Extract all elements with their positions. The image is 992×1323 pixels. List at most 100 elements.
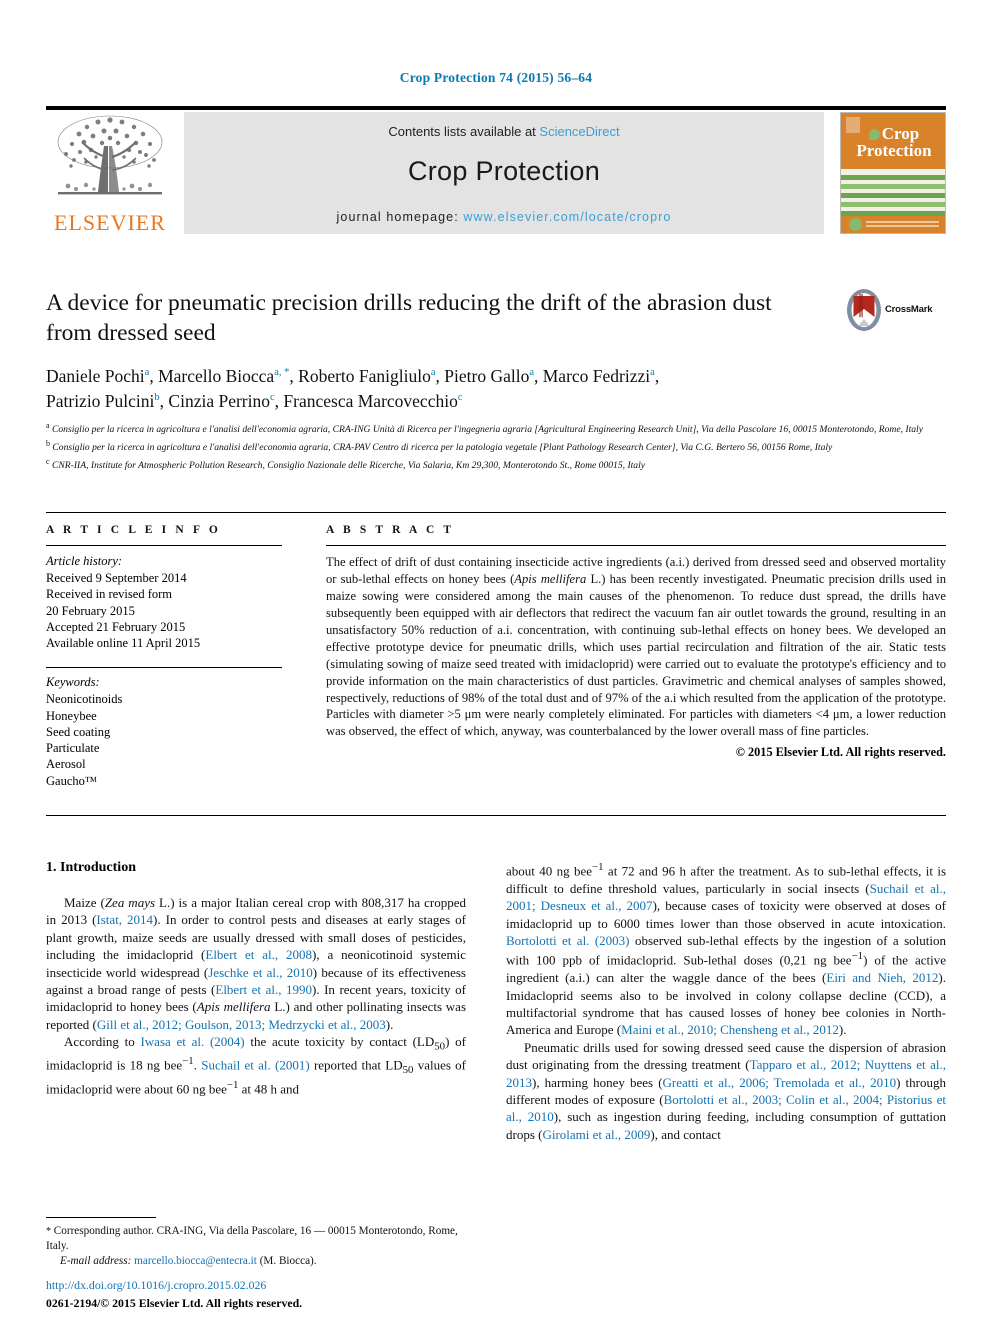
keyword-item: Particulate: [46, 741, 100, 755]
keyword-item: Neonicotinoids: [46, 692, 123, 707]
paragraph: According to Iwasa et al. (2004) the acu…: [46, 1033, 466, 1097]
elsevier-wordmark: ELSEVIER: [54, 210, 166, 235]
corresponding-author-note: * Corresponding author. CRA-ING, Via del…: [46, 1224, 466, 1254]
author-name: Marco Fedrizzi: [542, 366, 651, 386]
keywords-block: Keywords: Neonicotinoids Honeybee Seed c…: [46, 667, 282, 789]
article-info-column: A R T I C L E I N F O Article history: R…: [46, 524, 282, 789]
text-run: ), harming honey bees (: [532, 1074, 663, 1090]
text-run: Maize (: [64, 895, 105, 910]
affiliation-item: a Consiglio per la ricerca in agricoltur…: [46, 420, 936, 438]
section-heading-introduction: 1. Introduction: [46, 860, 136, 875]
text-run: According to: [64, 1034, 141, 1050]
homepage-label: journal homepage:: [336, 210, 464, 224]
history-item: 20 February 2015: [46, 603, 135, 618]
italic-text: Zea mays: [104, 895, 156, 910]
author-name: Cinzia Perrino: [168, 391, 270, 412]
superscript: −1: [851, 950, 864, 963]
subscript: 50: [402, 1064, 414, 1077]
cover-title: Crop Protection: [841, 124, 945, 161]
citation-link[interactable]: Eiri and Nieh, 2012: [826, 970, 938, 985]
paragraph: Pneumatic drills used for sowing dressed…: [506, 1039, 946, 1143]
article-info-heading: A R T I C L E I N F O: [46, 524, 221, 536]
citation-link[interactable]: Iwasa et al. (2004): [140, 1034, 244, 1049]
author-name: Daniele Pochi: [46, 366, 145, 386]
species-name: Apis mellifera: [514, 571, 587, 586]
article-page: Crop Protection 74 (2015) 56–64 ELSEVIER…: [0, 0, 992, 1323]
author-name: Patrizio Pulcini: [46, 391, 155, 412]
contents-prefix: Contents lists available at: [388, 124, 540, 139]
abstract-text: The effect of drift of dust containing i…: [326, 554, 946, 740]
journal-cover-thumbnail: Crop Protection: [840, 112, 946, 234]
cover-badge-circle-icon: [849, 217, 862, 231]
issn-copyright-line: 0261-2194/© 2015 Elsevier Ltd. All right…: [46, 1295, 303, 1310]
email-note: E-mail address: marcello.biocca@entecra.…: [46, 1254, 466, 1269]
citation-link[interactable]: Maini et al., 2010; Chensheng et al., 20…: [621, 1022, 839, 1037]
email-label: E-mail address:: [60, 1255, 132, 1268]
header-top-rule: [46, 106, 946, 110]
history-item: Received 9 September 2014: [46, 571, 187, 585]
corresponding-author-text: Corresponding author. CRA-ING, Via della…: [46, 1225, 458, 1253]
doi-link[interactable]: http://dx.doi.org/10.1016/j.cropro.2015.…: [46, 1277, 546, 1295]
sep: ,: [289, 366, 299, 386]
elsevier-logo: ELSEVIER: [46, 112, 174, 234]
cover-stripes: [841, 169, 945, 223]
text-run: about 40 ng bee: [506, 863, 593, 879]
crossmark-label: CrossMark: [885, 304, 933, 315]
sep: ,: [534, 366, 543, 386]
keywords-label: Keywords:: [46, 675, 100, 690]
email-link[interactable]: marcello.biocca@entecra.it: [134, 1255, 257, 1267]
leaf-icon: [868, 129, 880, 140]
email-owner: (M. Biocca).: [259, 1255, 317, 1268]
affiliation-text: Consiglio per la ricerca in agricoltura …: [51, 424, 923, 436]
page-title: A device for pneumatic precision drills …: [46, 290, 772, 347]
sep: ,: [149, 366, 159, 386]
body-column-right: about 40 ng bee−1 at 72 and 96 h after t…: [506, 860, 946, 1143]
citation-link[interactable]: Gill et al., 2012; Goulson, 2013; Medrzy…: [97, 1017, 386, 1032]
citation-link[interactable]: Jeschke et al., 2010: [208, 965, 312, 980]
author-list: Daniele Pochia, Marcello Bioccaa, *, Rob…: [46, 364, 936, 415]
body-column-left: 1. Introduction Maize (Zea mays L.) is a…: [46, 860, 466, 1098]
citation-link[interactable]: Elbert et al., 2008: [205, 947, 312, 962]
authors-line-1: Daniele Pochia, Marcello Bioccaa, *, Rob…: [46, 366, 659, 386]
journal-banner: Contents lists available at ScienceDirec…: [184, 112, 824, 234]
citation-link[interactable]: Elbert et al., 1990: [215, 982, 312, 997]
superscript: −1: [182, 1055, 194, 1068]
article-history-label: Article history:: [46, 554, 123, 568]
affiliation-list: a Consiglio per la ricerca in agricoltur…: [46, 420, 936, 473]
sciencedirect-link[interactable]: ScienceDirect: [539, 124, 619, 139]
author-name: Pietro Gallo: [444, 366, 530, 386]
author-name: Roberto Fanigliulo: [298, 366, 431, 386]
text-run: reported that LD: [309, 1057, 403, 1073]
text-run: the acute toxicity by contact (LD: [244, 1034, 435, 1050]
text-run: ).: [385, 1016, 394, 1032]
superscript: −1: [592, 861, 604, 873]
crossmark-badge[interactable]: CrossMark: [845, 288, 945, 338]
keyword-item: Seed coating: [46, 724, 111, 739]
authors-line-2: Patrizio Pulcinib, Cinzia Perrinoc, Fran…: [46, 391, 463, 411]
info-section-bottom-rule: [46, 815, 946, 816]
text-run: at 48 h and: [238, 1081, 300, 1097]
cover-title-line2: Protection: [856, 141, 932, 161]
journal-homepage-line: journal homepage: www.elsevier.com/locat…: [184, 210, 824, 224]
cover-title-line1: Crop: [881, 124, 920, 143]
homepage-url-link[interactable]: www.elsevier.com/locate/cropro: [463, 210, 671, 224]
article-history-list: Received 9 September 2014 Received in re…: [46, 570, 282, 651]
citation-link[interactable]: Greatti et al., 2006; Tremolada et al., …: [663, 1075, 897, 1090]
history-item: Received in revised form: [46, 587, 172, 602]
abstract-column: A B S T R A C T The effect of drift of d…: [326, 524, 946, 760]
keywords-list: Neonicotinoids Honeybee Seed coating Par…: [46, 691, 282, 789]
citation-link[interactable]: Bortolotti et al. (2003): [506, 933, 630, 948]
citation-link[interactable]: Girolami et al., 2009: [542, 1127, 650, 1142]
citation-link[interactable]: Istat, 2014: [96, 912, 153, 927]
article-info-divider: [46, 545, 282, 546]
italic-text: Apis mellifera: [196, 999, 271, 1015]
citation-link[interactable]: Suchail et al. (2001): [201, 1058, 309, 1073]
author-name: Francesca Marcovecchio: [283, 391, 458, 412]
cover-society-badge: [849, 217, 939, 231]
journal-header: ELSEVIER Contents lists available at Sci…: [46, 112, 946, 234]
author-affil-marker: c: [457, 392, 463, 404]
history-item: Accepted 21 February 2015: [46, 619, 186, 634]
affiliation-item: b Consiglio per la ricerca in agricoltur…: [46, 438, 936, 456]
sep: ,: [435, 366, 445, 386]
affiliation-text: Consiglio per la ricerca in agricoltura …: [52, 441, 833, 453]
